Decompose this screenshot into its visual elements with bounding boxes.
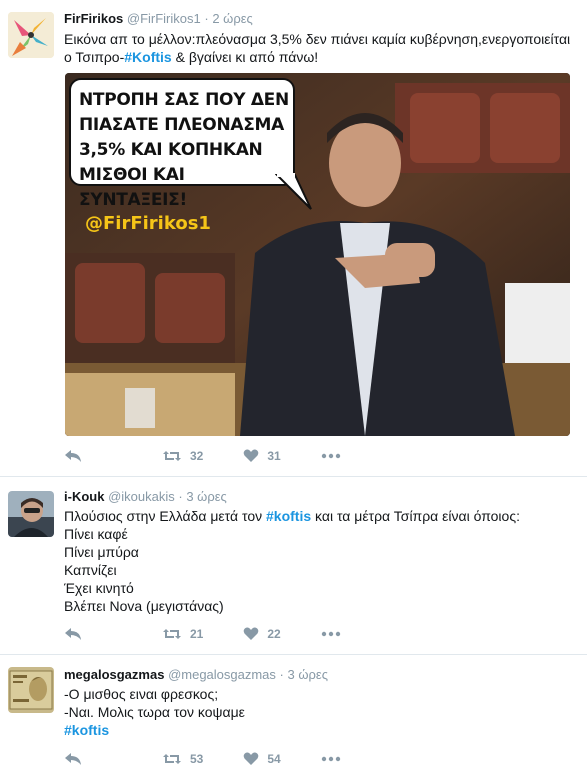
- tweet-timestamp[interactable]: 3 ώρες: [186, 489, 226, 504]
- like-button[interactable]: 31: [243, 449, 281, 463]
- heart-icon: [244, 752, 259, 765]
- author-name[interactable]: FirFirikos: [64, 11, 123, 26]
- more-icon: [321, 631, 340, 637]
- tweet-image[interactable]: ΝΤΡΟΠΗ ΣΑΣ ΠΟΥ ΔΕΝ ΠΙΑΣΑΤΕ ΠΛΕΟΝΑΣΜΑ 3,5…: [65, 73, 570, 436]
- retweet-count: 32: [190, 449, 204, 463]
- author-handle[interactable]: @megalosgazmas: [168, 667, 276, 682]
- tweet-text-line: Πλούσιος στην Ελλάδα μετά τον #koftis κα…: [64, 507, 573, 525]
- more-button[interactable]: [321, 453, 341, 459]
- tweet-actions: 53 54: [64, 749, 381, 769]
- author-name[interactable]: i-Kouk: [64, 489, 104, 504]
- like-count: 22: [267, 627, 281, 641]
- retweet-count: 21: [190, 627, 204, 641]
- tweet-timestamp[interactable]: 3 ώρες: [288, 667, 328, 682]
- author-handle[interactable]: @FirFirikos1: [127, 11, 201, 26]
- retweet-button[interactable]: 32: [162, 449, 203, 463]
- avatar-firfirikos[interactable]: [8, 12, 54, 58]
- tweet-text: -Ο μισθος ειναι φρεσκος; -Ναι. Μολις τωρ…: [64, 685, 573, 739]
- retweet-button[interactable]: 21: [162, 627, 203, 641]
- retweet-icon: [163, 754, 181, 764]
- tweet-header: megalosgazmas @megalosgazmas · 3 ώρες: [64, 666, 573, 684]
- separator-dot: ·: [204, 11, 209, 26]
- tweet-text-line: -Ναι. Μολις τωρα τον κοψαμε: [64, 704, 245, 720]
- like-count: 54: [267, 752, 281, 766]
- author-name[interactable]: megalosgazmas: [64, 667, 164, 682]
- reply-icon: [65, 450, 81, 462]
- more-icon: [321, 453, 340, 459]
- tweet-header: i-Kouk @ikoukakis · 3 ώρες: [64, 488, 573, 506]
- reply-button[interactable]: [64, 449, 82, 463]
- more-button[interactable]: [321, 631, 341, 637]
- reply-icon: [65, 628, 81, 640]
- retweet-icon: [163, 451, 181, 461]
- tweet-actions: 21 22: [64, 624, 381, 644]
- more-icon: [321, 756, 340, 762]
- separator-dot: ·: [279, 667, 284, 682]
- tweet-timestamp[interactable]: 2 ώρες: [212, 11, 252, 26]
- bubble-line: ΠΙΑΣΑΤΕ ΠΛΕΟΝΑΣΜΑ: [79, 115, 285, 135]
- tweet-text: Πλούσιος στην Ελλάδα μετά τον #koftis κα…: [64, 507, 573, 615]
- like-count: 31: [267, 449, 281, 463]
- author-handle[interactable]: @ikoukakis: [108, 489, 175, 504]
- separator-dot: ·: [178, 489, 183, 504]
- speech-bubble: ΝΤΡΟΠΗ ΣΑΣ ΠΟΥ ΔΕΝ ΠΙΑΣΑΤΕ ΠΛΕΟΝΑΣΜΑ 3,5…: [69, 78, 295, 210]
- tweet-text-line: Πίνει μπύρα: [64, 544, 139, 560]
- hashtag-link[interactable]: #Koftis: [124, 49, 171, 65]
- avatar-ikouk[interactable]: [8, 491, 54, 537]
- tweet-actions: 32 31: [64, 446, 381, 466]
- tweet-ikouk[interactable]: i-Kouk @ikoukakis · 3 ώρες Πλούσιος στην…: [0, 477, 587, 655]
- tweet-header: FirFirikos @FirFirikos1 · 2 ώρες: [64, 10, 573, 28]
- bubble-line: ΜΙΣΘΟΙ ΚΑΙ ΣΥΝΤΑΞΕΙΣ!: [79, 165, 187, 210]
- like-button[interactable]: 54: [243, 752, 281, 766]
- tweet-megalosgazmas[interactable]: megalosgazmas @megalosgazmas · 3 ώρες -Ο…: [0, 655, 587, 779]
- tweet-text-part: και τα μέτρα Τσίπρα είναι όποιος:: [311, 508, 520, 524]
- tweet-text-line: Βλέπει Nova (μεγιστάνας): [64, 598, 224, 614]
- tweet-text-line: Καπνίζει: [64, 562, 117, 578]
- tweet-text-part: & βγαίνει κι από πάνω!: [171, 49, 319, 65]
- bubble-line: ΝΤΡΟΠΗ ΣΑΣ ΠΟΥ ΔΕΝ: [79, 90, 289, 110]
- image-watermark: @FirFirikos1: [85, 213, 211, 234]
- reply-button[interactable]: [64, 627, 82, 641]
- retweet-button[interactable]: 53: [162, 752, 203, 766]
- tweet-text: Εικόνα απ το μέλλον:πλεόνασμα 3,5% δεν π…: [64, 30, 573, 66]
- speech-bubble-text: ΝΤΡΟΠΗ ΣΑΣ ΠΟΥ ΔΕΝ ΠΙΑΣΑΤΕ ΠΛΕΟΝΑΣΜΑ 3,5…: [79, 88, 293, 213]
- tweet-text-part: Πλούσιος στην Ελλάδα μετά τον: [64, 508, 266, 524]
- hashtag-link[interactable]: #koftis: [266, 508, 311, 524]
- tweet-text-line: -Ο μισθος ειναι φρεσκος;: [64, 686, 219, 702]
- hashtag-link[interactable]: #koftis: [64, 722, 109, 738]
- heart-icon: [244, 449, 259, 462]
- reply-button[interactable]: [64, 752, 82, 766]
- retweet-icon: [163, 629, 181, 639]
- reply-icon: [65, 753, 81, 765]
- speech-bubble-tail: [275, 173, 312, 210]
- more-button[interactable]: [321, 756, 341, 762]
- like-button[interactable]: 22: [243, 627, 281, 641]
- tweet-text-line: Έχει κινητό: [64, 580, 134, 596]
- retweet-count: 53: [190, 752, 204, 766]
- avatar-megalosgazmas[interactable]: [8, 667, 54, 713]
- bubble-line: 3,5% ΚΑΙ ΚΟΠΗΚΑΝ: [79, 140, 263, 160]
- tweet-firfirikos[interactable]: FirFirikos @FirFirikos1 · 2 ώρες Εικόνα …: [0, 0, 587, 477]
- tweet-text-line: Πίνει καφέ: [64, 526, 128, 542]
- heart-icon: [244, 627, 259, 640]
